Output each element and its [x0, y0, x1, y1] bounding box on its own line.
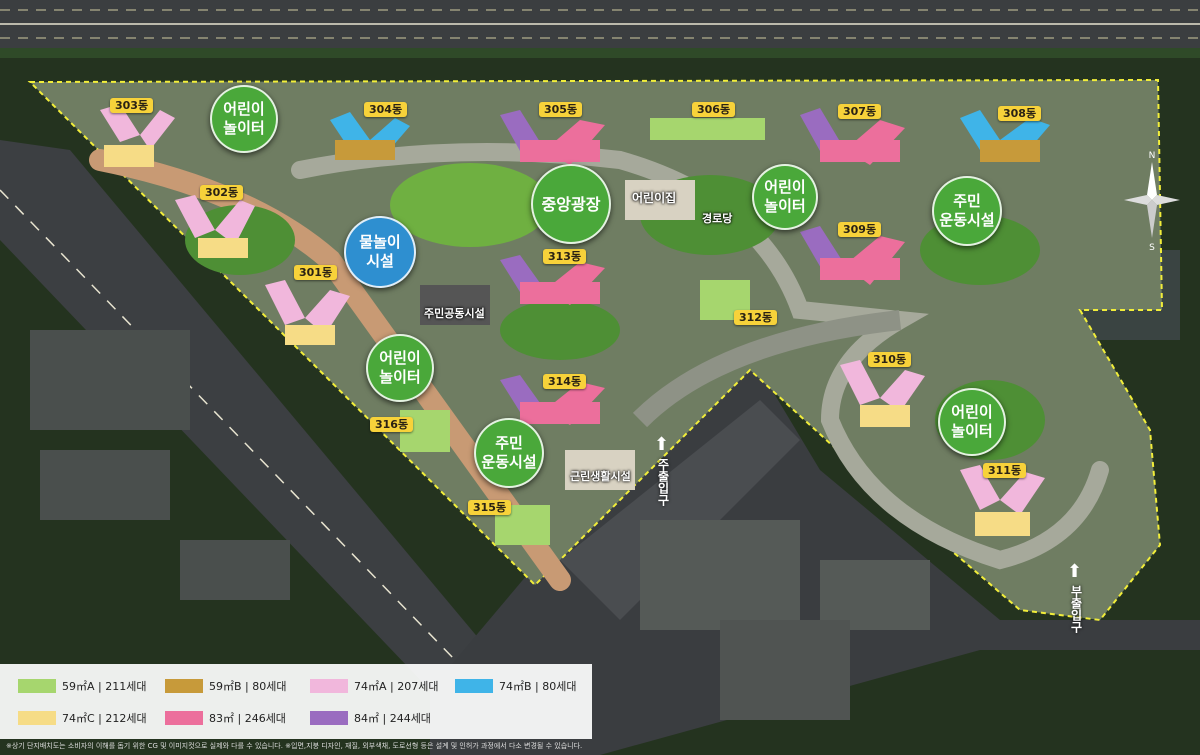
water-play: 물놀이 시설 [344, 216, 416, 288]
label-305: 305동 [539, 102, 583, 117]
legend-label: 59㎡A | 211세대 [62, 680, 147, 693]
playground-4: 어린이 놀이터 [938, 388, 1006, 456]
legend-item: 74㎡C | 212세대 [18, 710, 147, 726]
legend-item: 74㎡B | 80세대 [455, 678, 576, 694]
label-309: 309동 [838, 222, 882, 237]
legend-label: 74㎡A | 207세대 [354, 680, 439, 693]
legend-swatch [310, 679, 348, 693]
label-315: 315동 [468, 500, 512, 515]
label-312: 312동 [734, 310, 778, 325]
legend-item: 59㎡A | 211세대 [18, 678, 146, 694]
label-303: 303동 [110, 98, 154, 113]
label-304: 304동 [364, 102, 408, 117]
legend-swatch [18, 679, 56, 693]
legend: 59㎡A | 211세대 59㎡B | 80세대 74㎡A | 207세대 74… [0, 664, 592, 739]
label-310: 310동 [868, 352, 912, 367]
legend-label: 59㎡B | 80세대 [209, 680, 287, 693]
legend-swatch [455, 679, 493, 693]
label-306: 306동 [692, 102, 736, 117]
legend-label: 83㎡ | 246세대 [209, 712, 286, 725]
legend-label: 74㎡C | 212세대 [62, 712, 147, 725]
label-313: 313동 [543, 249, 587, 264]
label-307: 307동 [838, 104, 882, 119]
label-316: 316동 [370, 417, 414, 432]
legend-item: 83㎡ | 246세대 [165, 710, 286, 726]
svg-text:N: N [1149, 151, 1156, 161]
label-301: 301동 [294, 265, 338, 280]
label-314: 314동 [543, 374, 587, 389]
svg-text:S: S [1149, 243, 1155, 253]
senior-center-label: 경로당 [702, 212, 733, 225]
community-label: 주민공동시설 [424, 307, 485, 320]
playground-1: 어린이 놀이터 [210, 85, 278, 153]
playground-3: 어린이 놀이터 [366, 334, 434, 402]
legend-label: 84㎡ | 244세대 [354, 712, 431, 725]
legend-item: 59㎡B | 80세대 [165, 678, 286, 694]
central-plaza: 중앙광장 [531, 164, 611, 244]
label-308: 308동 [998, 106, 1042, 121]
legend-swatch [310, 711, 348, 725]
label-311: 311동 [983, 463, 1027, 478]
playground-2: 어린이 놀이터 [752, 164, 818, 230]
sub-entrance-arrow-icon: ⬆ [1067, 561, 1083, 582]
legend-swatch [18, 711, 56, 725]
legend-item: 84㎡ | 244세대 [310, 710, 431, 726]
sub-entrance-label: 부출입구 [1069, 585, 1083, 633]
legend-swatch [165, 679, 203, 693]
label-302: 302동 [200, 185, 244, 200]
disclaimer: ※상기 단지배치도는 소비자의 이해를 돕기 위한 CG 및 이미지컷으로 실제… [6, 742, 583, 750]
fitness-2: 주민 운동시설 [474, 418, 544, 488]
legend-item: 74㎡A | 207세대 [310, 678, 438, 694]
main-entrance-arrow-icon: ⬆ [654, 434, 670, 455]
daycare-label: 어린이집 [632, 191, 677, 205]
main-entrance-label: 주출입구 [656, 458, 670, 506]
legend-swatch [165, 711, 203, 725]
fitness-1: 주민 운동시설 [932, 176, 1002, 246]
retail-label: 근린생활시설 [570, 470, 631, 483]
legend-label: 74㎡B | 80세대 [499, 680, 577, 693]
